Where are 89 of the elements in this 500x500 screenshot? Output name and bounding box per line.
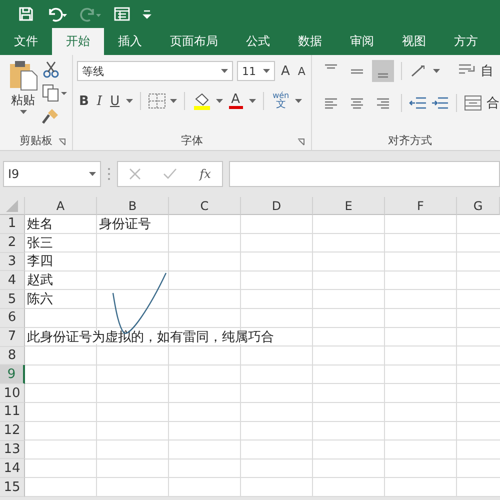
row-header[interactable]: 7 [0, 328, 25, 347]
lines-icon [349, 68, 366, 74]
insert-function-button[interactable]: fx [200, 167, 211, 181]
caret-icon [248, 99, 256, 103]
merge-label[interactable]: 合 [486, 94, 500, 112]
row-header[interactable]: 10 [0, 384, 25, 403]
ribbon-tab[interactable]: 插入 [104, 28, 156, 55]
ribbon-tab[interactable]: 公式 [232, 28, 284, 55]
bold-button[interactable]: B [77, 94, 91, 108]
lines-icon [323, 98, 340, 108]
font-size-field[interactable]: 11 [237, 61, 275, 81]
column-header[interactable]: G [457, 197, 500, 215]
shrink-font-button[interactable]: A [296, 64, 308, 78]
italic-button[interactable]: I [94, 94, 104, 108]
column-header[interactable]: E [313, 197, 385, 215]
caret-icon [89, 172, 96, 176]
ribbon-tab[interactable]: 方方 [440, 28, 492, 55]
row-header[interactable]: 1 [0, 215, 25, 234]
caret-icon [170, 99, 177, 103]
group-label: 对齐方式 [388, 132, 432, 148]
cell-text: 陈六 [25, 293, 53, 306]
row-header[interactable]: 13 [0, 440, 25, 460]
caret-icon [20, 110, 26, 114]
borders-icon[interactable] [148, 93, 166, 109]
column-header[interactable]: C [169, 197, 241, 215]
increase-indent-icon[interactable] [431, 95, 450, 111]
format-painter-icon[interactable] [42, 107, 60, 125]
ribbon-tab[interactable]: 审阅 [336, 28, 388, 55]
caret-icon [126, 99, 133, 103]
cell-text: 姓名 [25, 218, 53, 231]
color-bar-icon [228, 106, 243, 109]
underline-button[interactable]: U [108, 94, 122, 108]
form-icon[interactable] [114, 6, 130, 22]
ribbon-tab[interactable]: 文件 [0, 28, 52, 55]
clipboard-icon [8, 59, 38, 91]
column-header[interactable]: B [97, 197, 169, 215]
caret-icon [216, 99, 223, 103]
drag-handle-icon[interactable] [107, 167, 111, 181]
cell-text: 赵武 [25, 274, 53, 288]
cell-text: 身份证号 [97, 218, 151, 231]
column-header[interactable]: F [385, 197, 457, 215]
row-header[interactable]: 14 [0, 459, 25, 478]
copy-icon[interactable] [42, 84, 68, 102]
lines-icon [323, 64, 340, 69]
decrease-indent-icon[interactable] [409, 95, 428, 111]
lines-icon [375, 98, 392, 108]
ribbon-tab[interactable]: 页面布局 [156, 28, 232, 55]
row-header[interactable]: 11 [0, 402, 25, 422]
row-header[interactable]: 2 [0, 234, 25, 253]
cell-text: 张三 [25, 236, 53, 250]
lines-icon [349, 98, 366, 108]
row-header[interactable]: 3 [0, 252, 25, 272]
font-name-field[interactable]: 等线 [77, 61, 233, 81]
phonetic-button[interactable]: wén 文 [270, 92, 292, 110]
fill-color-icon[interactable] [192, 92, 212, 110]
row-header[interactable]: 12 [0, 422, 25, 441]
check-icon[interactable] [163, 168, 178, 180]
row-header[interactable]: 15 [0, 478, 25, 497]
dialog-launcher-icon[interactable] [58, 138, 66, 146]
wrap-text-label[interactable]: 自 [480, 62, 494, 80]
row-header[interactable]: 9 [0, 365, 25, 384]
caret-icon [433, 69, 440, 73]
row-header[interactable]: 5 [0, 290, 25, 309]
formula-input[interactable] [229, 161, 500, 187]
cell-text: 李四 [25, 255, 53, 268]
column-header[interactable]: D [241, 197, 313, 215]
save-icon[interactable] [18, 6, 34, 22]
align-bottom-button[interactable] [372, 60, 394, 82]
caret-icon [263, 69, 270, 73]
row-header[interactable]: 8 [0, 346, 25, 366]
paste-button[interactable]: 粘贴 [4, 59, 42, 130]
cell-text: 此身份证号为虚拟的，如有雷同，纯属巧合 [25, 330, 274, 344]
ribbon-tab[interactable]: 视图 [388, 28, 440, 55]
row-header[interactable]: 6 [0, 308, 25, 328]
group-label: 剪贴板 [20, 132, 52, 148]
column-header[interactable]: A [25, 197, 97, 215]
grow-font-button[interactable]: A [279, 64, 292, 78]
ribbon-tab[interactable]: 数据 [284, 28, 336, 55]
row-header[interactable]: 4 [0, 271, 25, 290]
name-box[interactable]: I9 [3, 161, 101, 187]
ribbon-tab[interactable]: 开始 [52, 28, 104, 55]
font-color-button[interactable]: A [226, 93, 245, 109]
caret-icon [221, 69, 228, 73]
scissors-icon[interactable] [42, 61, 60, 79]
caret-icon [295, 99, 302, 103]
dialog-launcher-icon[interactable] [297, 138, 306, 146]
group-label: 字体 [181, 132, 204, 148]
undo-icon[interactable] [46, 6, 68, 22]
merge-cells-icon[interactable] [464, 95, 482, 111]
